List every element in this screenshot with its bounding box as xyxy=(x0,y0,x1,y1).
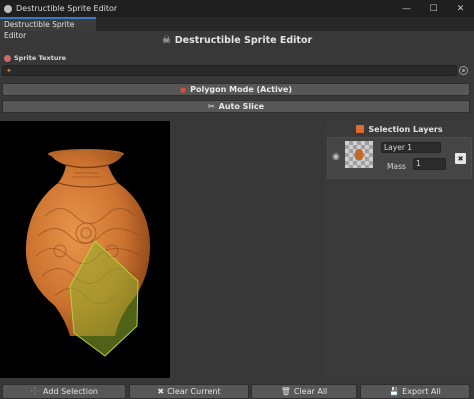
skull-icon: ☠ xyxy=(161,34,171,46)
record-icon: ● xyxy=(180,85,187,94)
close-button[interactable]: ✕ xyxy=(447,0,474,17)
sprite-texture-label: Sprite Texture xyxy=(4,53,66,63)
clear-current-button[interactable]: ✖ Clear Current xyxy=(129,384,249,399)
bottom-toolbar: ➕ Add Selection ✖ Clear Current 🗑 Clear … xyxy=(0,384,474,399)
layer-name-field[interactable]: Layer 1 xyxy=(381,142,441,153)
mass-label: Mass xyxy=(387,162,406,171)
scissors-icon: ✂ xyxy=(207,102,215,111)
sprite-asset-icon: ✦ xyxy=(6,67,12,75)
add-selection-label: Add Selection xyxy=(43,387,98,396)
sprite-texture-text: Sprite Texture xyxy=(14,54,67,62)
auto-slice-label: Auto Slice xyxy=(218,102,265,111)
floppy-disk-icon: 💾 xyxy=(389,387,400,396)
object-picker-button[interactable] xyxy=(459,66,468,75)
title-bar: Destructible Sprite Editor — ☐ ✕ xyxy=(0,0,474,17)
eye-icon[interactable]: ◉ xyxy=(332,152,340,162)
window-controls: — ☐ ✕ xyxy=(393,0,474,17)
texture-icon xyxy=(4,54,11,62)
polygon-mode-label: Polygon Mode (Active) xyxy=(190,85,292,94)
polygon-mode-button[interactable]: ● Polygon Mode (Active) xyxy=(2,83,470,96)
clear-all-button[interactable]: 🗑 Clear All xyxy=(251,384,357,399)
tab-bar: Destructible Sprite Editor xyxy=(0,17,474,40)
vase-sprite xyxy=(25,149,151,357)
add-selection-button[interactable]: ➕ Add Selection xyxy=(2,384,126,399)
editor-title: Destructible Sprite Editor xyxy=(174,34,313,46)
unity-logo-icon xyxy=(4,4,12,13)
layers-title: Selection Layers xyxy=(368,124,443,134)
clear-current-label: Clear Current xyxy=(167,387,221,396)
layers-header: Selection Layers xyxy=(325,123,474,135)
window-title: Destructible Sprite Editor xyxy=(16,4,118,13)
mass-field[interactable]: 1 xyxy=(413,158,446,170)
layer-item: ◉ Layer 1 Mass 1 ✖ xyxy=(327,137,472,179)
layer-thumbnail xyxy=(345,141,373,168)
export-all-label: Export All xyxy=(402,387,441,396)
tab-destructible-sprite-editor[interactable]: Destructible Sprite Editor xyxy=(0,17,96,40)
remove-layer-button[interactable]: ✖ xyxy=(455,153,466,164)
trash-icon: 🗑 xyxy=(280,387,291,396)
sprite-texture-field[interactable]: ✦ xyxy=(2,65,457,76)
maximize-button[interactable]: ☐ xyxy=(420,0,447,17)
plus-icon: ➕ xyxy=(30,387,41,396)
sprite-canvas[interactable] xyxy=(0,121,170,378)
picker-dot-icon xyxy=(462,69,465,72)
export-all-button[interactable]: 💾 Export All xyxy=(360,384,470,399)
minimize-button[interactable]: — xyxy=(393,0,420,17)
editor-header: ☠ Destructible Sprite Editor xyxy=(0,31,474,49)
selection-layers-panel: Selection Layers ◉ Layer 1 Mass 1 ✖ xyxy=(325,121,474,378)
auto-slice-button[interactable]: ✂ Auto Slice xyxy=(2,100,470,113)
x-icon: ✖ xyxy=(157,387,165,396)
vase-thumbnail-icon xyxy=(355,149,363,160)
layers-icon xyxy=(356,125,365,133)
clear-all-label: Clear All xyxy=(293,387,328,396)
